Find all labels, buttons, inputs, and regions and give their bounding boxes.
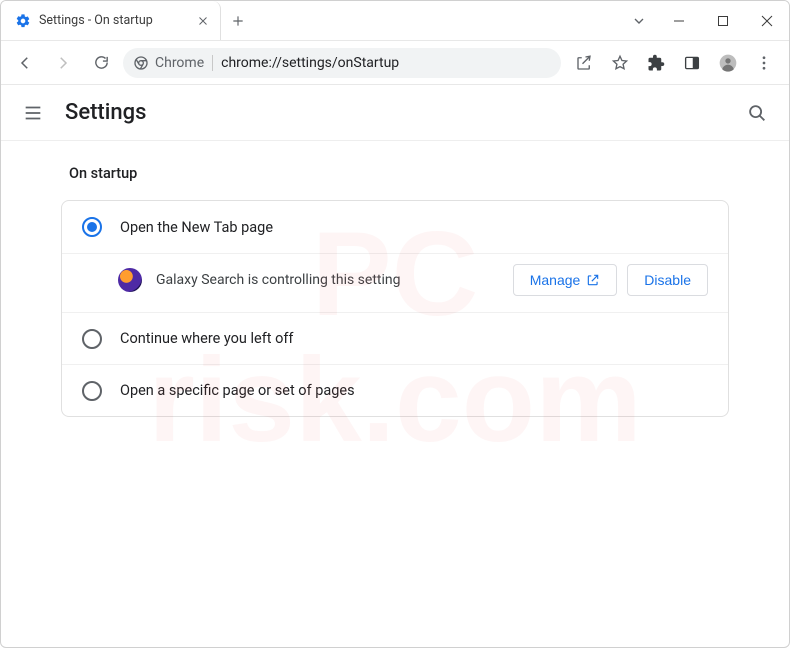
option-label: Open a specific page or set of pages bbox=[120, 382, 355, 399]
gear-icon bbox=[15, 13, 31, 29]
browser-tab[interactable]: Settings - On startup bbox=[1, 1, 221, 40]
new-tab-button[interactable] bbox=[221, 1, 255, 40]
close-window-button[interactable] bbox=[745, 1, 789, 41]
site-chip-label: Chrome bbox=[155, 55, 204, 71]
omnibox[interactable]: Chrome chrome://settings/onStartup bbox=[123, 48, 561, 78]
extension-message: Galaxy Search is controlling this settin… bbox=[156, 272, 499, 288]
url-text: chrome://settings/onStartup bbox=[221, 55, 399, 71]
settings-header: Settings bbox=[1, 85, 789, 141]
forward-button[interactable] bbox=[47, 47, 79, 79]
kebab-menu-button[interactable] bbox=[747, 46, 781, 80]
option-label: Continue where you left off bbox=[120, 330, 293, 347]
option-specific-pages[interactable]: Open a specific page or set of pages bbox=[62, 364, 728, 416]
extensions-button[interactable] bbox=[639, 46, 673, 80]
extension-icon bbox=[118, 268, 142, 292]
back-button[interactable] bbox=[9, 47, 41, 79]
startup-card: Open the New Tab page Galaxy Search is c… bbox=[61, 200, 729, 417]
option-label: Open the New Tab page bbox=[120, 219, 273, 236]
radio-unselected-icon[interactable] bbox=[82, 329, 102, 349]
option-new-tab[interactable]: Open the New Tab page bbox=[62, 201, 728, 253]
hamburger-menu-button[interactable] bbox=[21, 101, 45, 125]
maximize-button[interactable] bbox=[701, 1, 745, 41]
reload-button[interactable] bbox=[85, 47, 117, 79]
disable-button[interactable]: Disable bbox=[627, 264, 708, 296]
search-settings-button[interactable] bbox=[745, 101, 769, 125]
profile-button[interactable] bbox=[711, 46, 745, 80]
open-in-new-icon bbox=[586, 273, 600, 287]
title-bar: Settings - On startup bbox=[1, 1, 789, 41]
window-controls bbox=[657, 1, 789, 40]
option-continue[interactable]: Continue where you left off bbox=[62, 312, 728, 364]
extension-notice: Galaxy Search is controlling this settin… bbox=[62, 253, 728, 312]
minimize-button[interactable] bbox=[657, 1, 701, 41]
manage-button[interactable]: Manage bbox=[513, 264, 618, 296]
share-button[interactable] bbox=[567, 46, 601, 80]
radio-unselected-icon[interactable] bbox=[82, 381, 102, 401]
page-title: Settings bbox=[65, 100, 725, 125]
side-panel-button[interactable] bbox=[675, 46, 709, 80]
manage-button-label: Manage bbox=[530, 272, 581, 288]
site-chip[interactable]: Chrome bbox=[133, 55, 213, 71]
section-label: On startup bbox=[69, 165, 729, 182]
tab-search-button[interactable] bbox=[621, 1, 657, 40]
close-tab-icon[interactable] bbox=[196, 14, 210, 28]
radio-selected-icon[interactable] bbox=[82, 217, 102, 237]
tab-title: Settings - On startup bbox=[39, 13, 188, 28]
address-bar: Chrome chrome://settings/onStartup bbox=[1, 41, 789, 85]
chrome-icon bbox=[133, 55, 149, 71]
bookmark-button[interactable] bbox=[603, 46, 637, 80]
disable-button-label: Disable bbox=[644, 272, 691, 288]
content: On startup Open the New Tab page Galaxy … bbox=[1, 141, 789, 441]
